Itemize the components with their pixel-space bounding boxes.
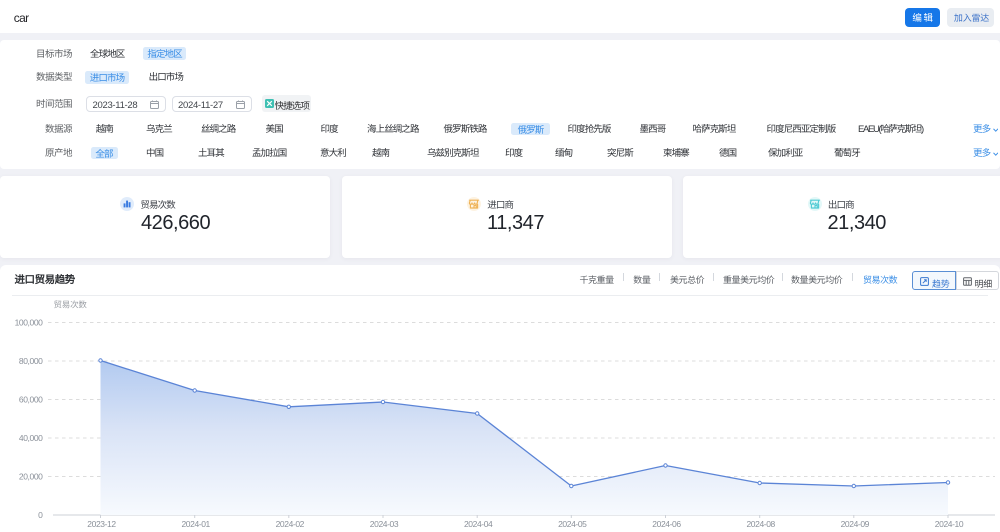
svg-text:贸易次数: 贸易次数 (54, 299, 88, 311)
svg-text:2024-03: 2024-03 (370, 519, 399, 529)
svg-text:2024-06: 2024-06 (652, 519, 681, 529)
svg-text:60,000: 60,000 (19, 395, 43, 405)
svg-text:2024-10: 2024-10 (935, 519, 964, 529)
svg-text:100,000: 100,000 (15, 318, 44, 328)
svg-text:0: 0 (38, 510, 43, 520)
svg-text:40,000: 40,000 (19, 433, 43, 443)
svg-text:20,000: 20,000 (19, 472, 43, 482)
svg-text:2023-12: 2023-12 (87, 519, 116, 529)
svg-text:80,000: 80,000 (19, 356, 43, 366)
svg-text:2024-09: 2024-09 (841, 519, 870, 529)
svg-text:2024-01: 2024-01 (181, 519, 210, 529)
svg-text:2024-04: 2024-04 (464, 519, 493, 529)
svg-text:2024-05: 2024-05 (558, 519, 587, 529)
svg-text:2024-08: 2024-08 (746, 519, 775, 529)
svg-text:2024-02: 2024-02 (276, 519, 305, 529)
